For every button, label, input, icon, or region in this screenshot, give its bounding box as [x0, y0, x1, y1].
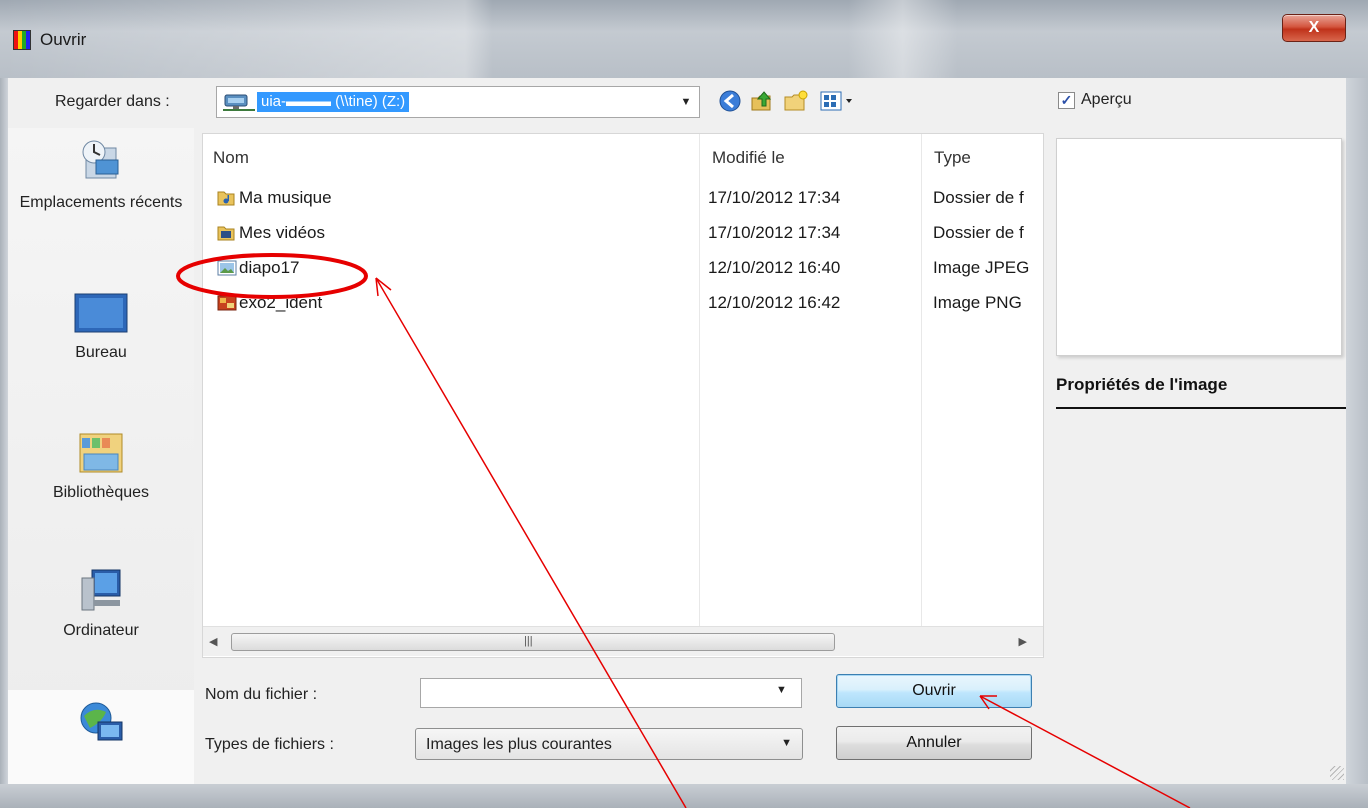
app-icon	[13, 30, 31, 50]
image-properties-title: Propriétés de l'image	[1056, 375, 1228, 394]
video-folder-icon	[217, 226, 235, 241]
preview-pane	[1056, 138, 1342, 356]
file-name: Ma musique	[239, 188, 332, 207]
place-label: Bibliothèques	[52, 484, 150, 501]
libraries-icon	[79, 433, 123, 473]
place-label: Emplacements récents	[19, 194, 183, 211]
properties-divider	[1056, 407, 1346, 409]
views-menu-icon[interactable]	[818, 88, 858, 114]
place-computer[interactable]: Ordinateur	[8, 566, 194, 640]
scrollbar-thumb[interactable]: |||	[231, 633, 835, 651]
place-label: Ordinateur	[63, 622, 139, 639]
open-button[interactable]: Ouvrir	[836, 674, 1032, 708]
preview-label: Aperçu	[1081, 91, 1132, 108]
horizontal-scrollbar[interactable]: ◀ ||| ▶	[203, 626, 1043, 656]
place-libraries[interactable]: Bibliothèques	[8, 428, 194, 502]
column-header-modified[interactable]: Modifié le	[712, 148, 785, 168]
desktop-icon	[74, 293, 128, 333]
file-name: diapo17	[239, 258, 300, 277]
file-name: Mes vidéos	[239, 223, 325, 242]
file-row[interactable]: Mes vidéos 17/10/2012 17:34 Dossier de f	[203, 220, 1043, 247]
file-type-label: Types de fichiers :	[205, 736, 334, 753]
window-frame-bottom	[0, 784, 1368, 808]
look-in-combobox[interactable]: uia-▬▬▬ (\\tine) (Z:) ▼	[216, 86, 700, 118]
recent-places-icon	[82, 140, 119, 179]
preview-checkbox[interactable]: ✓	[1058, 92, 1075, 109]
back-icon[interactable]	[716, 88, 744, 114]
look-in-label: Regarder dans :	[55, 93, 170, 110]
chevron-down-icon[interactable]: ▼	[776, 684, 787, 696]
file-name: exo2_ident	[239, 293, 323, 312]
file-name-field[interactable]	[420, 678, 802, 708]
file-type-select[interactable]: Images les plus courantes ▼	[415, 728, 803, 760]
network-drive-icon	[223, 94, 255, 111]
file-type-value: Images les plus courantes	[426, 736, 612, 753]
network-icon	[80, 702, 123, 741]
chevron-down-icon[interactable]: ▼	[677, 87, 695, 117]
file-modified: 12/10/2012 16:42	[708, 293, 841, 312]
file-type: Image PNG	[933, 293, 1022, 312]
grip-icon: |||	[524, 635, 533, 647]
file-modified: 17/10/2012 17:34	[708, 188, 841, 207]
file-modified: 17/10/2012 17:34	[708, 223, 841, 242]
up-folder-icon[interactable]	[748, 88, 776, 114]
column-header-type[interactable]: Type	[934, 148, 971, 168]
title-bar[interactable]: Ouvrir X	[0, 0, 1368, 78]
place-network[interactable]	[8, 698, 194, 754]
file-type: Dossier de f	[933, 223, 1024, 242]
column-header-name[interactable]: Nom	[213, 148, 249, 168]
file-row[interactable]: Ma musique 17/10/2012 17:34 Dossier de f	[203, 185, 1043, 212]
window-frame-right	[1346, 78, 1368, 784]
music-folder-icon	[217, 191, 235, 206]
place-label: Bureau	[75, 344, 127, 361]
scroll-left-icon[interactable]: ◀	[209, 635, 217, 648]
resize-grip-icon[interactable]	[1330, 766, 1344, 780]
chevron-down-icon[interactable]: ▼	[781, 737, 792, 749]
window-title: Ouvrir	[40, 30, 87, 49]
place-desktop[interactable]: Bureau	[8, 288, 194, 362]
computer-icon	[81, 569, 121, 611]
file-row[interactable]: exo2_ident 12/10/2012 16:42 Image PNG	[203, 290, 1043, 317]
scroll-right-icon[interactable]: ▶	[1019, 635, 1027, 648]
png-file-icon	[217, 295, 237, 311]
cancel-button[interactable]: Annuler	[836, 726, 1032, 760]
file-type: Dossier de f	[933, 188, 1024, 207]
file-list-view[interactable]: Nom Modifié le Type Ma musique 17/10/201…	[202, 133, 1044, 658]
file-name-label: Nom du fichier :	[205, 686, 318, 703]
places-bar: Emplacements récents Bureau Bibliothèque…	[8, 128, 194, 784]
file-row[interactable]: diapo17 12/10/2012 16:40 Image JPEG	[203, 255, 1043, 282]
file-type: Image JPEG	[933, 258, 1030, 277]
place-recent-locations[interactable]: Emplacements récents	[8, 128, 194, 212]
file-modified: 12/10/2012 16:40	[708, 258, 841, 277]
close-button[interactable]: X	[1282, 14, 1346, 42]
window-frame-left	[0, 78, 8, 784]
jpeg-file-icon	[217, 260, 237, 276]
new-folder-icon[interactable]	[782, 88, 810, 114]
look-in-value: uia-▬▬▬ (\\tine) (Z:)	[257, 92, 410, 112]
